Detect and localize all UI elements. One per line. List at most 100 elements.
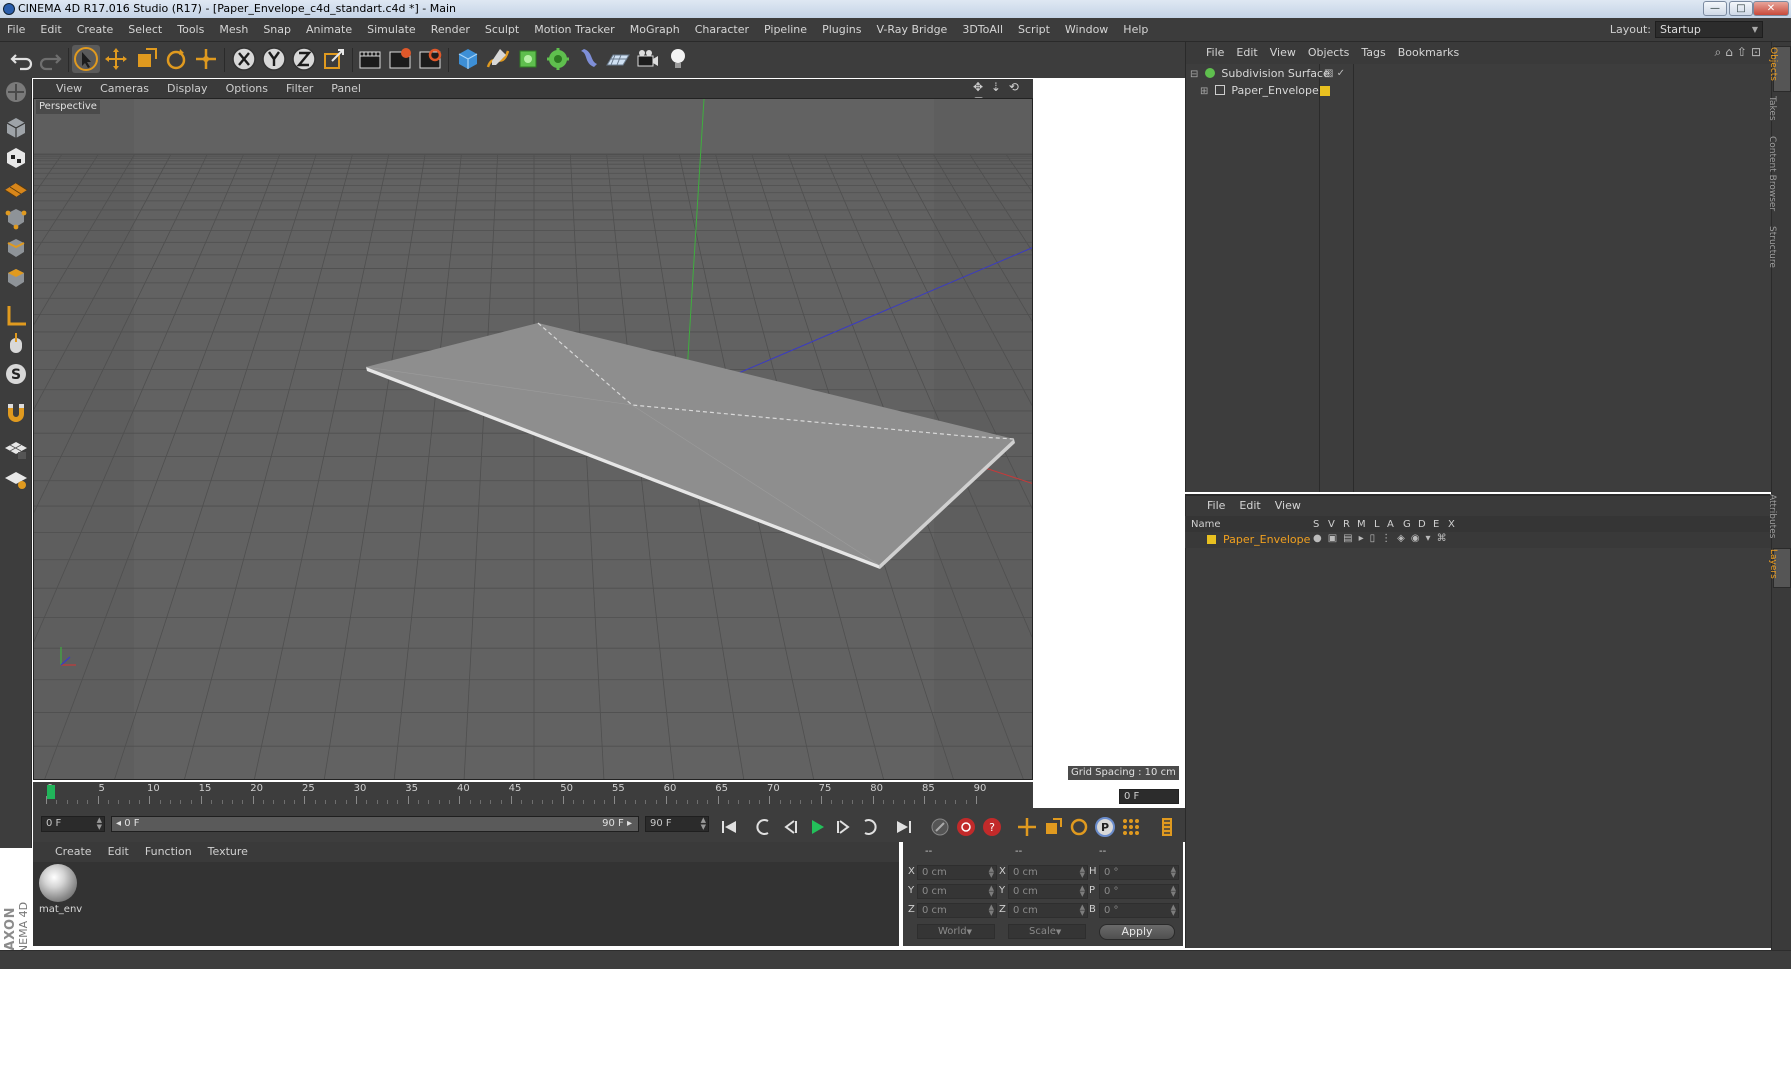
object-manager-panel[interactable]: ⊟ Subdivision Surface ▨ ✓ ⊞ Paper_Envelo… — [1185, 64, 1771, 492]
menu-sculpt[interactable]: Sculpt — [478, 18, 527, 42]
select-tool-button[interactable] — [72, 45, 100, 73]
layer-header-solo[interactable]: S — [1313, 516, 1319, 533]
menu-render[interactable]: Render — [424, 18, 478, 42]
tab-takes[interactable]: Takes — [1767, 96, 1791, 132]
object-menu-tags[interactable]: Tags — [1355, 42, 1391, 64]
menu-mograph[interactable]: MoGraph — [623, 18, 688, 42]
menu-motion-tracker[interactable]: Motion Tracker — [527, 18, 622, 42]
menu-3dtoall[interactable]: 3DToAll — [955, 18, 1011, 42]
minimize-button[interactable]: — — [1703, 1, 1727, 16]
add-spline-button[interactable] — [484, 45, 512, 73]
coordinate-space-select[interactable]: World▼ — [917, 924, 995, 939]
object-menu-view[interactable]: View — [1264, 42, 1302, 64]
render-view-button[interactable] — [356, 45, 384, 73]
add-deformer-button[interactable] — [574, 45, 602, 73]
workplane-button[interactable] — [2, 174, 30, 202]
3d-viewport[interactable] — [33, 98, 1033, 780]
rotate-tool-button[interactable] — [162, 45, 190, 73]
viewport-navigation-icons[interactable]: ✥ ⇣ ⟲ ▢ — [973, 80, 1029, 108]
maximize-button[interactable]: □ — [1729, 1, 1753, 16]
material-preview-sphere[interactable] — [39, 864, 77, 902]
material-manager-panel[interactable] — [33, 862, 899, 946]
menu-character[interactable]: Character — [688, 18, 757, 42]
previous-key-button[interactable] — [752, 815, 776, 839]
add-camera-button[interactable] — [634, 45, 662, 73]
viewport-menu-display[interactable]: Display — [158, 79, 217, 98]
add-light-button[interactable] — [664, 45, 692, 73]
layer-color-swatch[interactable] — [1207, 535, 1216, 544]
layer-header-expressions[interactable]: E — [1433, 516, 1439, 533]
position-y-field[interactable]: 0 cm ▲ ▼ — [917, 884, 997, 899]
position-x-field[interactable]: 0 cm ▲ ▼ — [917, 865, 997, 880]
autokeying-button[interactable]: ? — [980, 815, 1004, 839]
y-axis-lock-button[interactable] — [260, 45, 288, 73]
menu-pipeline[interactable]: Pipeline — [757, 18, 815, 42]
add-subdivision-surface-button[interactable] — [514, 45, 542, 73]
layer-manager-panel[interactable] — [1185, 516, 1771, 948]
key-scale-button[interactable] — [1041, 815, 1065, 839]
layer-header-generators[interactable]: G — [1403, 516, 1411, 533]
motion-record-button[interactable] — [928, 815, 952, 839]
apply-button[interactable]: Apply — [1099, 924, 1175, 940]
tweak-mode-button[interactable] — [2, 330, 30, 358]
size-mode-select[interactable]: Scale▼ — [1008, 924, 1086, 939]
x-axis-lock-button[interactable] — [230, 45, 258, 73]
points-mode-button[interactable] — [2, 204, 30, 232]
current-frame-field[interactable]: 0 F — [1119, 789, 1179, 804]
menu-tools[interactable]: Tools — [170, 18, 212, 42]
workplane-lock-button[interactable] — [2, 434, 30, 462]
object-menu-file[interactable]: File — [1200, 42, 1230, 64]
menu-file[interactable]: File — [0, 18, 33, 42]
end-frame-field[interactable]: 90 F ▲ ▼ — [645, 816, 709, 832]
layer-name[interactable]: Paper_Envelope — [1223, 533, 1310, 546]
add-cube-button[interactable] — [454, 45, 482, 73]
size-z-field[interactable]: 0 cm ▲ ▼ — [1008, 903, 1088, 918]
object-row-subdivision[interactable]: ⊟ Subdivision Surface ▨ ✓ — [1190, 65, 1690, 82]
make-editable-button[interactable] — [2, 78, 30, 106]
layer-toggle-icons[interactable]: ●▣▤▸▯⋮◈◉▾⌘ — [1313, 533, 1453, 544]
rotation-p-field[interactable]: 0 ° ▲ ▼ — [1099, 884, 1179, 899]
object-menu-objects[interactable]: Objects — [1302, 42, 1356, 64]
viewport-menu-options[interactable]: Options — [217, 79, 277, 98]
size-y-field[interactable]: 0 cm ▲ ▼ — [1008, 884, 1088, 899]
material-menu-create[interactable]: Create — [47, 842, 100, 862]
menu-mesh[interactable]: Mesh — [212, 18, 256, 42]
tab-layers[interactable]: Layers — [1768, 548, 1791, 588]
playhead[interactable] — [47, 785, 55, 799]
layer-header-view[interactable]: V — [1328, 516, 1335, 533]
layer-menu-edit[interactable]: Edit — [1232, 496, 1267, 516]
menu-create[interactable]: Create — [70, 18, 122, 42]
layer-header-xref[interactable]: X — [1448, 516, 1455, 533]
render-settings-button[interactable] — [416, 45, 444, 73]
visibility-checkmark-icon[interactable]: ▨ ✓ — [1324, 65, 1345, 82]
timeline-layout-button[interactable] — [1155, 815, 1179, 839]
add-cloner-button[interactable] — [544, 45, 572, 73]
layer-menu-view[interactable]: View — [1268, 496, 1308, 516]
rotation-b-field[interactable]: 0 ° ▲ ▼ — [1099, 903, 1179, 918]
layer-menu-file[interactable]: File — [1200, 496, 1232, 516]
tab-attributes[interactable]: Attributes — [1767, 494, 1791, 544]
viewport-menu-cameras[interactable]: Cameras — [91, 79, 158, 98]
collapse-icon[interactable]: ⊟ — [1190, 69, 1198, 80]
layout-dropdown[interactable]: Startup ▼ — [1655, 21, 1763, 38]
menu-simulate[interactable]: Simulate — [360, 18, 424, 42]
goto-start-button[interactable] — [717, 815, 741, 839]
key-rotation-button[interactable] — [1067, 815, 1091, 839]
coordinate-system-button[interactable] — [320, 45, 348, 73]
next-key-button[interactable] — [857, 815, 881, 839]
key-parameter-button[interactable]: P — [1093, 815, 1117, 839]
object-menu-edit[interactable]: Edit — [1230, 42, 1263, 64]
snapping-button[interactable]: S — [2, 360, 30, 388]
search-home-icons[interactable]: ⌕⌂⇧⊡ — [1715, 45, 1765, 60]
polygons-mode-button[interactable] — [2, 264, 30, 292]
menu-plugins[interactable]: Plugins — [815, 18, 869, 42]
layer-header-manager[interactable]: M — [1357, 516, 1366, 533]
material-menu-edit[interactable]: Edit — [100, 842, 137, 862]
next-frame-button[interactable] — [831, 815, 855, 839]
axis-mode-button[interactable] — [2, 302, 30, 330]
texture-mode-button[interactable] — [2, 144, 30, 172]
tab-content-browser[interactable]: Content Browser — [1767, 136, 1791, 222]
redo-button[interactable] — [36, 45, 64, 73]
object-menu-bookmarks[interactable]: Bookmarks — [1392, 42, 1465, 64]
position-z-field[interactable]: 0 cm ▲ ▼ — [917, 903, 997, 918]
